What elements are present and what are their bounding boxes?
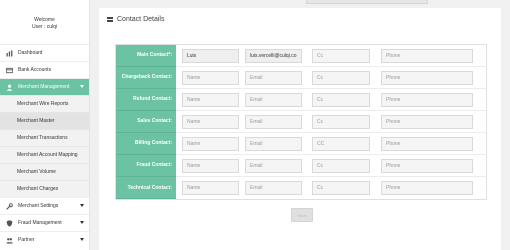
chevron-down-icon xyxy=(80,221,84,224)
email-field[interactable]: Email xyxy=(245,92,302,107)
email-field[interactable]: Email xyxy=(245,114,302,129)
contact-row: Sales Contact: Name Email Cc Phone xyxy=(116,110,486,133)
welcome-text: Welcome xyxy=(34,17,55,23)
contact-label: Fraud Contact: xyxy=(116,154,176,177)
sidebar-subitem-label: Merchant Volume xyxy=(17,169,56,175)
cc-field[interactable]: Cc xyxy=(312,92,370,107)
user-label: User : culqi xyxy=(31,24,57,30)
panel-title-text: Contact Details xyxy=(117,16,165,23)
name-field[interactable]: Name xyxy=(182,181,239,195)
top-input-edge[interactable] xyxy=(306,0,428,4)
contact-details-panel: Contact Details Main Contact*: Luis luis… xyxy=(99,8,501,250)
contact-label: Technical Contact: xyxy=(116,177,176,199)
sidebar-item-merchant-management[interactable]: Merchant Management xyxy=(0,78,89,95)
phone-field[interactable]: Phone xyxy=(381,48,473,63)
contact-row: Fraud Contact: Name Email Cc Phone xyxy=(116,154,486,177)
wrench-icon xyxy=(6,202,13,210)
name-field[interactable]: Luis xyxy=(182,48,239,63)
sidebar-item-label: Merchant Settings xyxy=(18,203,59,209)
users-icon xyxy=(6,237,13,244)
cc-field[interactable]: Cc xyxy=(312,70,370,85)
sidebar-item-bank-accounts[interactable]: Bank Accounts xyxy=(0,61,89,78)
contacts-table: Main Contact*: Luis luis.vercelli@culqi.… xyxy=(115,44,487,200)
email-field[interactable]: Email xyxy=(245,158,302,173)
sidebar-subitem-wire-reports[interactable]: Merchant Wire Reports xyxy=(0,95,89,112)
cc-field[interactable]: Cc xyxy=(312,114,370,129)
contact-label: Sales Contact: xyxy=(116,110,176,133)
sidebar: Welcome User : culqi Dashboard Bank Acco… xyxy=(0,0,90,250)
shield-icon xyxy=(6,219,13,227)
contact-label: Main Contact*: xyxy=(116,44,176,67)
contact-row: Technical Contact: Name Email Cc Phone xyxy=(116,177,486,199)
sidebar-subitem-label: Merchant Account Mapping xyxy=(17,152,78,158)
sidebar-item-label: Merchant Management xyxy=(18,84,70,90)
sidebar-item-label: Bank Accounts xyxy=(18,67,52,73)
name-field[interactable]: Name xyxy=(182,114,239,129)
sidebar-item-label: Dashboard xyxy=(18,50,43,56)
chevron-down-icon xyxy=(80,238,84,241)
sidebar-item-label: Fraud Management xyxy=(18,220,62,226)
email-field[interactable]: Email xyxy=(245,181,302,195)
sidebar-subitem-merchant-master[interactable]: Merchant Master xyxy=(0,112,89,129)
main-content: Contact Details Main Contact*: Luis luis… xyxy=(91,0,510,250)
phone-field[interactable]: Phone xyxy=(381,70,473,85)
sidebar-subitem-label: Merchant Master xyxy=(17,118,55,124)
sidebar-subitem-charges[interactable]: Merchant Charges xyxy=(0,180,89,197)
contact-row: Billing Contact: Name Email CC Phone xyxy=(116,132,486,155)
sidebar-item-merchant-settings[interactable]: Merchant Settings xyxy=(0,197,89,214)
sidebar-subitem-label: Merchant Wire Reports xyxy=(17,101,69,107)
sidebar-subitem-account-mapping[interactable]: Merchant Account Mapping xyxy=(0,146,89,163)
sidebar-item-dashboard[interactable]: Dashboard xyxy=(0,44,89,61)
sidebar-subitem-volume[interactable]: Merchant Volume xyxy=(0,163,89,180)
contact-label: Refund Contact: xyxy=(116,88,176,111)
phone-field[interactable]: Phone xyxy=(381,114,473,129)
cc-field[interactable]: Cc xyxy=(312,48,370,63)
sidebar-subitem-label: Merchant Transactions xyxy=(17,135,68,141)
chevron-down-icon xyxy=(80,85,84,88)
sidebar-item-partner[interactable]: Partner xyxy=(0,231,89,248)
contact-label: Billing Contact: xyxy=(116,132,176,155)
user-icon xyxy=(6,84,13,91)
email-field[interactable]: Email xyxy=(245,136,302,151)
chevron-down-icon xyxy=(80,204,84,207)
sidebar-subitem-label: Merchant Charges xyxy=(17,186,59,192)
contact-label: Chargeback Contact: xyxy=(116,66,176,89)
email-field[interactable]: luis.vercelli@culqi.co xyxy=(245,48,302,63)
cc-field[interactable]: Cc xyxy=(312,181,370,195)
name-field[interactable]: Name xyxy=(182,70,239,85)
phone-field[interactable]: Phone xyxy=(381,136,473,151)
email-field[interactable]: Email xyxy=(245,70,302,85)
sidebar-item-label: Partner xyxy=(18,237,35,243)
phone-field[interactable]: Phone xyxy=(381,92,473,107)
contact-row: Refund Contact: Name Email Cc Phone xyxy=(116,88,486,111)
name-field[interactable]: Name xyxy=(182,158,239,173)
name-field[interactable]: Name xyxy=(182,136,239,151)
phone-field[interactable]: Phone xyxy=(381,158,473,173)
save-button[interactable]: Save xyxy=(291,208,313,222)
phone-field[interactable]: Phone xyxy=(381,181,473,195)
contact-row: Chargeback Contact: Name Email Cc Phone xyxy=(116,66,486,89)
sidebar-item-fraud-management[interactable]: Fraud Management xyxy=(0,214,89,231)
name-field[interactable]: Name xyxy=(182,92,239,107)
cc-field[interactable]: CC xyxy=(312,136,370,151)
cc-field[interactable]: Cc xyxy=(312,158,370,173)
grid-icon xyxy=(107,16,113,23)
bank-card-icon xyxy=(6,67,13,74)
chart-icon xyxy=(6,50,13,57)
welcome-block: Welcome User : culqi xyxy=(0,0,89,44)
sidebar-subitem-transactions[interactable]: Merchant Transactions xyxy=(0,129,89,146)
contact-row: Main Contact*: Luis luis.vercelli@culqi.… xyxy=(116,44,486,67)
panel-title: Contact Details xyxy=(107,16,164,23)
